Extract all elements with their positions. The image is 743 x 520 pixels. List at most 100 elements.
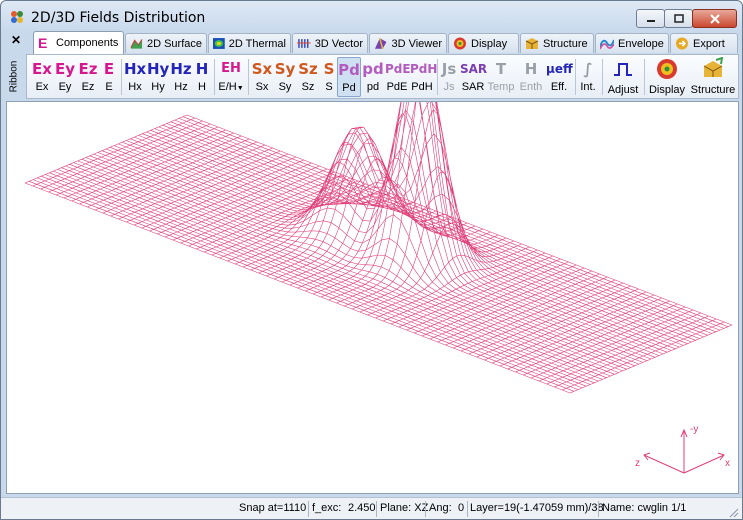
sar-label: SAR — [461, 81, 485, 93]
ey-label: Ey — [58, 81, 72, 93]
minimize-button[interactable] — [636, 9, 665, 28]
h-button[interactable]: HH — [193, 57, 211, 97]
sz-glyph: Sz — [298, 60, 318, 78]
display-button[interactable]: Display — [647, 57, 687, 97]
status-separator — [425, 501, 426, 517]
axis-triad: -y x z — [635, 424, 730, 474]
pde-glyph: PdE — [385, 62, 411, 76]
tab-label: Display — [471, 37, 508, 50]
envelope-icon — [600, 39, 614, 50]
tab-components[interactable]: E Components — [33, 31, 124, 54]
hy-label: Hy — [151, 81, 165, 93]
maximize-button[interactable] — [664, 9, 693, 28]
ribbon-side-text: Ribbon — [8, 60, 20, 93]
tab-3d-vector[interactable]: 3D Vector — [292, 33, 368, 53]
enth-button: H Enth — [517, 57, 545, 97]
ez-glyph: Ez — [78, 60, 98, 78]
sx-button[interactable]: Sx Sx — [251, 57, 273, 97]
sz-button[interactable]: Sz Sz — [297, 57, 319, 97]
sar-button[interactable]: SAR SAR — [460, 57, 487, 97]
tab-2d-surface[interactable]: 2D Surface — [125, 33, 207, 53]
enth-label: Enth — [519, 81, 543, 93]
field-mesh-plot[interactable]: -y x z — [7, 41, 738, 493]
e-button[interactable]: EE — [100, 57, 118, 97]
surface-2d-icon — [130, 39, 143, 49]
axis-label-z: z — [635, 458, 640, 469]
hz-button[interactable]: Hz Hz — [170, 57, 192, 97]
tab-export[interactable]: Export — [670, 33, 738, 53]
tab-structure[interactable]: Structure — [520, 33, 594, 53]
tab-label: Envelope — [618, 37, 664, 50]
snap-status: Snap at=1110 — [239, 502, 307, 514]
pdh-button[interactable]: PdH PdH — [410, 57, 437, 97]
tab-3d-viewer[interactable]: 3D Viewer — [369, 33, 447, 53]
int-button[interactable]: ∫ Int. — [577, 57, 599, 97]
structure-icon — [703, 56, 724, 77]
app-icon — [11, 11, 23, 23]
adjust-button[interactable]: Adjust — [605, 57, 641, 97]
eff-button[interactable]: μeff Eff. — [546, 57, 573, 97]
field-3d-canvas[interactable]: -y x z — [6, 41, 739, 494]
ex-button[interactable]: Ex Ex — [31, 57, 53, 97]
hy-glyph: Hy — [147, 60, 170, 78]
ey-glyph: Ey — [54, 60, 76, 78]
separator — [214, 59, 215, 95]
components-toolbar: Ex Ex Ey Ey Ez Ez EE Hx Hx Hy Hy Hz Hz HH EH E/… — [26, 54, 739, 99]
maximize-icon — [673, 14, 684, 23]
ey-button[interactable]: Ey Ey — [54, 57, 76, 97]
structure-label: Structure — [690, 84, 736, 96]
js-label: Js — [443, 81, 455, 93]
hy-button[interactable]: Hy Hy — [147, 57, 169, 97]
sy-glyph: Sy — [274, 60, 296, 78]
sy-button[interactable]: Sy Sy — [274, 57, 296, 97]
pd-lower-button[interactable]: pd pd — [362, 57, 384, 97]
pd-glyph: Pd — [338, 61, 360, 79]
pd-lower-glyph: pd — [362, 60, 384, 78]
fexc-value: 2.450 — [348, 502, 376, 514]
status-separator — [308, 501, 309, 517]
tab-envelope[interactable]: Envelope — [595, 33, 669, 53]
status-separator — [376, 501, 377, 517]
ang-label: Ang: — [429, 502, 452, 514]
status-separator — [598, 501, 599, 517]
plane-status: Plane: XZ — [380, 502, 429, 514]
close-button[interactable] — [692, 9, 737, 28]
ez-label: Ez — [81, 81, 95, 93]
resize-grip-icon[interactable] — [727, 506, 739, 518]
separator — [602, 59, 603, 95]
temp-label: Temp — [487, 81, 515, 93]
vector-3d-icon — [297, 39, 311, 48]
eff-glyph: μeff — [546, 62, 573, 76]
thermal-2d-icon — [213, 38, 225, 49]
display-label: Display — [648, 84, 686, 96]
separator — [575, 59, 576, 95]
pd-lower-label: pd — [366, 81, 380, 93]
E-letter-icon: E — [38, 34, 48, 51]
hx-glyph: Hx — [124, 60, 147, 78]
axis-label-x: x — [725, 458, 730, 469]
hz-glyph: Hz — [170, 60, 192, 78]
pde-button[interactable]: PdE PdE — [385, 57, 411, 97]
hx-button[interactable]: Hx Hx — [124, 57, 146, 97]
tab-2d-thermal[interactable]: 2D Thermal — [208, 33, 291, 53]
ez-button[interactable]: Ez Ez — [77, 57, 99, 97]
int-label: Int. — [580, 81, 596, 93]
ang-value: 0 — [458, 502, 465, 514]
title-bar: 2D/3D Fields Distribution — [1, 1, 742, 31]
structure-button[interactable]: Structure — [689, 56, 737, 97]
tab-label: 3D Vector — [314, 37, 363, 50]
eh-label: E/H — [218, 81, 237, 93]
js-glyph: Js — [441, 60, 457, 78]
tab-display[interactable]: Display — [448, 33, 519, 53]
separator — [248, 59, 249, 95]
pd-button[interactable]: Pd Pd — [337, 57, 361, 97]
s-button[interactable]: SS — [320, 57, 338, 97]
ribbon-close-button[interactable]: ✕ — [9, 33, 23, 47]
s-label: S — [325, 81, 333, 93]
app-window: 2D/3D Fields Distribution ✕ E Components… — [0, 0, 743, 520]
js-button: Js Js — [439, 57, 459, 97]
eh-dropdown-button[interactable]: EH E/H▼ — [217, 57, 245, 97]
eff-label: Eff. — [550, 81, 568, 93]
display-icon — [454, 37, 466, 50]
ex-glyph: Ex — [32, 60, 52, 78]
